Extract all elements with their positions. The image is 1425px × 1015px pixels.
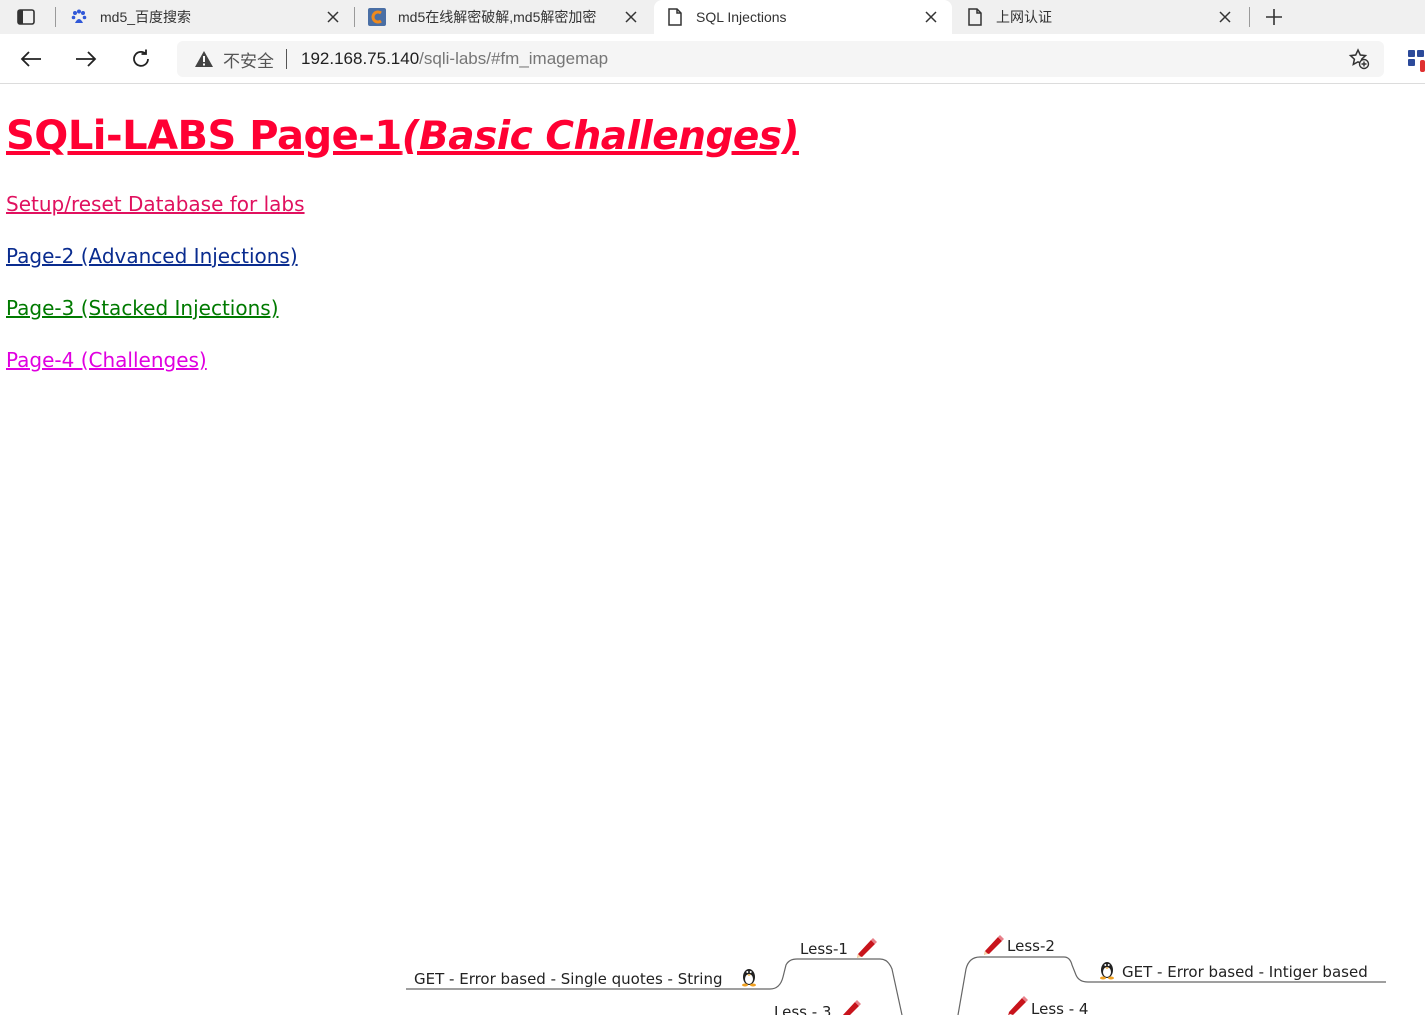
url-path: /sqli-labs/#fm_imagemap (419, 49, 609, 68)
page-icon (966, 8, 984, 26)
cmd5-logo-icon (368, 8, 386, 26)
less-1-link[interactable]: Less-1 (800, 940, 848, 958)
close-tab-icon[interactable] (324, 8, 342, 26)
page-4-challenges-link[interactable]: Page-4 (Challenges) (6, 348, 207, 372)
page-icon (666, 8, 684, 26)
page-content: SQLi-LABS Page-1(Basic Challenges) Setup… (0, 85, 1425, 1015)
tab-separator (55, 7, 56, 27)
extensions-icon[interactable] (1408, 48, 1425, 72)
tab-separator (1249, 7, 1250, 27)
less-2-description[interactable]: GET - Error based - Intiger based (1122, 963, 1368, 981)
omnibox-divider (286, 49, 287, 69)
url-host: 192.168.75.140 (301, 49, 420, 68)
linux-penguin-icon (1100, 962, 1114, 980)
page-heading-link[interactable]: SQLi-LABS Page-1(Basic Challenges) (6, 113, 799, 159)
baidu-paw-icon (70, 8, 88, 26)
tab-separator (354, 7, 355, 27)
browser-toolbar: 不安全 192.168.75.140 /sqli-labs/#fm_imagem… (0, 34, 1425, 84)
less-2-link[interactable]: Less-2 (1007, 937, 1055, 955)
less-4-link[interactable]: Less - 4 (1031, 1000, 1088, 1015)
page-heading-subtitle: (Basic Challenges) (401, 114, 800, 159)
tab-cmd5[interactable]: md5在线解密破解,md5解密加密 (360, 0, 652, 34)
address-bar[interactable]: 不安全 192.168.75.140 /sqli-labs/#fm_imagem… (177, 41, 1384, 77)
pencil-icon (984, 935, 1004, 955)
page-3-stacked-injections-link[interactable]: Page-3 (Stacked Injections) (6, 296, 279, 320)
tab-baidu[interactable]: md5_百度搜索 (62, 0, 354, 34)
tab-strip: md5_百度搜索 md5在线解密破解,md5解密加密 SQL Injection… (0, 0, 1425, 34)
pencil-icon (842, 1000, 861, 1015)
add-favorite-star-icon[interactable] (1348, 48, 1370, 70)
insecure-label: 不安全 (223, 51, 274, 71)
tab-portal[interactable]: 上网认证 (954, 0, 1246, 34)
close-tab-icon[interactable] (622, 8, 640, 26)
lessons-mindmap: GET - Error based - Single quotes - Stri… (406, 935, 1386, 1015)
page-2-advanced-injections-link[interactable]: Page-2 (Advanced Injections) (6, 244, 298, 268)
tab-title: md5在线解密破解,md5解密加密 (398, 9, 597, 25)
close-tab-icon[interactable] (922, 8, 940, 26)
tab-title: md5_百度搜索 (100, 9, 192, 25)
less-3-link[interactable]: Less - 3 (774, 1003, 831, 1015)
close-tab-icon[interactable] (1216, 8, 1234, 26)
tab-title: SQL Injections (696, 9, 787, 25)
tab-title: 上网认证 (996, 9, 1052, 25)
tab-sql-injections[interactable]: SQL Injections (654, 0, 952, 34)
setup-reset-database-link[interactable]: Setup/reset Database for labs (6, 192, 305, 216)
page-heading-text: SQLi-LABS Page-1 (6, 113, 402, 159)
back-arrow-icon[interactable] (17, 45, 45, 73)
pencil-icon (1008, 996, 1028, 1015)
warning-triangle-icon[interactable] (193, 48, 215, 70)
reload-icon[interactable] (127, 45, 155, 73)
linux-penguin-icon (742, 969, 756, 987)
pencil-icon (857, 938, 877, 958)
new-tab-plus-icon[interactable] (1261, 4, 1287, 30)
less-1-description[interactable]: GET - Error based - Single quotes - Stri… (414, 970, 723, 988)
forward-arrow-icon[interactable] (72, 45, 100, 73)
tab-actions-menu-icon[interactable] (8, 5, 44, 29)
